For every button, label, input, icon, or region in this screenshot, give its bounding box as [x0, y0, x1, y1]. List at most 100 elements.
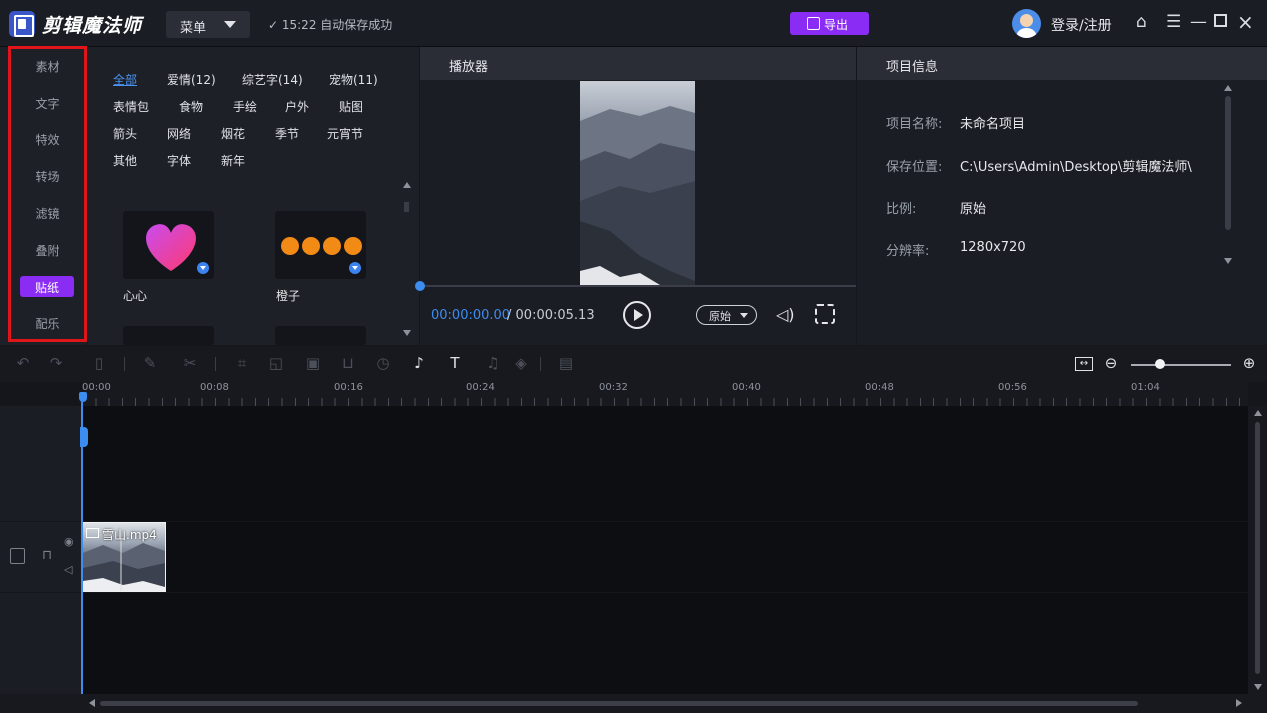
mic-icon[interactable]: ♪	[411, 355, 427, 371]
tag[interactable]: 贴图	[339, 98, 363, 115]
hscroll-thumb[interactable]	[100, 701, 1138, 706]
text-speech-icon[interactable]: T	[447, 355, 463, 371]
tag[interactable]: 综艺字(14)	[242, 71, 303, 88]
film-icon	[10, 548, 25, 564]
play-button[interactable]	[623, 301, 651, 329]
login-link[interactable]: 登录/注册	[1051, 15, 1112, 35]
tag[interactable]: 箭头	[113, 125, 137, 142]
edit-icon[interactable]: ✎	[142, 355, 158, 371]
lock-icon[interactable]: ⊓	[42, 548, 52, 563]
zoom-slider[interactable]	[1131, 364, 1231, 366]
progress-knob[interactable]	[415, 281, 425, 291]
tick-label: 00:48	[865, 382, 894, 393]
time-separator: /	[507, 308, 512, 323]
tag-all[interactable]: 全部	[113, 71, 137, 88]
tag[interactable]: 爱情(12)	[167, 71, 216, 88]
subtitle-icon[interactable]: ⊔	[340, 355, 356, 371]
clock-icon[interactable]: ◷	[375, 355, 391, 371]
divider	[215, 357, 216, 371]
tag[interactable]: 新年	[221, 152, 245, 169]
zoom-knob[interactable]	[1155, 359, 1165, 369]
scroll-up-icon[interactable]	[1224, 85, 1232, 91]
tag[interactable]: 网络	[167, 125, 191, 142]
download-icon[interactable]	[349, 262, 361, 274]
voice-icon[interactable]: ♫	[485, 355, 501, 371]
ratio-info-label: 比例:	[886, 202, 917, 217]
tag[interactable]: 户外	[285, 98, 309, 115]
sticker-name: 橙子	[276, 289, 301, 303]
scroll-right-icon[interactable]	[1236, 699, 1242, 707]
info-title: 项目信息	[857, 47, 1267, 80]
tag[interactable]: 季节	[275, 125, 299, 142]
cut-icon[interactable]: ✂	[182, 355, 198, 371]
hamburger-icon[interactable]: ☰	[1166, 12, 1181, 32]
sticker-scrollbar[interactable]	[401, 182, 413, 340]
tag[interactable]: 元宵节	[327, 125, 363, 142]
mosaic-icon[interactable]: ▣	[305, 355, 321, 371]
scroll-up-icon[interactable]	[403, 182, 411, 188]
scroll-down-icon[interactable]	[403, 330, 411, 336]
chevron-down-icon	[740, 313, 748, 318]
tag[interactable]: 烟花	[221, 125, 245, 142]
scroll-down-icon[interactable]	[1254, 684, 1262, 690]
ruler-ticks	[82, 398, 1248, 406]
vscroll-thumb[interactable]	[1255, 422, 1260, 674]
track-handle[interactable]	[80, 427, 88, 447]
video-preview	[580, 81, 695, 285]
volume-icon[interactable]: ◁)	[776, 305, 795, 324]
avatar[interactable]	[1012, 9, 1041, 38]
menu-label: 菜单	[180, 21, 207, 36]
speaker-icon[interactable]: ◁	[64, 563, 72, 576]
delete-icon[interactable]: ▯	[91, 355, 107, 371]
download-icon[interactable]	[197, 262, 209, 274]
undo-icon[interactable]: ↶	[15, 355, 31, 371]
tag[interactable]: 宠物(11)	[329, 71, 378, 88]
autosave-status: ✓ 15:22 自动保存成功	[268, 18, 393, 32]
total-time-value: 00:00:05.13	[515, 308, 595, 323]
film-icon[interactable]: ▤	[558, 355, 574, 371]
timeline-vscroll[interactable]	[1248, 406, 1267, 694]
tag[interactable]: 食物	[179, 98, 203, 115]
playback-progress[interactable]	[420, 285, 856, 287]
crop-icon[interactable]: ⌗	[234, 355, 250, 371]
scroll-up-icon[interactable]	[1254, 410, 1262, 416]
zoom-out-icon[interactable]: ⊖	[1103, 355, 1119, 371]
zoom-in-icon[interactable]: ⊕	[1241, 355, 1257, 371]
redo-icon[interactable]: ↷	[48, 355, 64, 371]
tag[interactable]: 其他	[113, 152, 137, 169]
scroll-thumb[interactable]	[404, 202, 409, 212]
eye-icon[interactable]: ◉	[64, 535, 74, 548]
fit-icon[interactable]: ↔	[1075, 357, 1093, 371]
total-time: / 00:00:05.13	[507, 308, 595, 323]
export-button[interactable]: 导出	[790, 12, 869, 35]
tag[interactable]: 表情包	[113, 98, 149, 115]
home-icon[interactable]: ⌂	[1136, 12, 1147, 32]
fullscreen-icon[interactable]	[815, 304, 835, 324]
video-file-icon	[86, 528, 99, 538]
export-icon	[807, 17, 820, 30]
track-audio[interactable]	[82, 593, 1248, 694]
minimize-icon[interactable]: —	[1190, 12, 1207, 32]
close-icon[interactable]: ×	[1237, 12, 1254, 32]
clip-name: 雪山.mp4	[102, 528, 157, 542]
ratio-select[interactable]: 原始	[696, 305, 757, 325]
playhead-handle[interactable]	[79, 392, 87, 402]
tag[interactable]: 手绘	[233, 98, 257, 115]
rotate-icon[interactable]: ◱	[268, 355, 284, 371]
menu-button[interactable]: 菜单	[166, 11, 250, 38]
keyframe-icon[interactable]: ◈	[513, 355, 529, 371]
track-overlay[interactable]	[82, 406, 1248, 521]
resolution-label: 分辨率:	[886, 244, 930, 259]
maximize-icon[interactable]	[1214, 14, 1227, 27]
tick-label: 00:16	[334, 382, 363, 393]
tick-label: 00:32	[599, 382, 628, 393]
track-video[interactable]	[82, 522, 1248, 592]
tick-label: 00:40	[732, 382, 761, 393]
scroll-left-icon[interactable]	[89, 699, 95, 707]
sticker-thumb[interactable]	[123, 326, 214, 345]
scroll-down-icon[interactable]	[1224, 258, 1232, 264]
project-name-label: 项目名称:	[886, 117, 943, 132]
tag[interactable]: 字体	[167, 152, 191, 169]
info-scroll-thumb[interactable]	[1225, 96, 1231, 230]
sticker-thumb[interactable]	[275, 326, 366, 345]
